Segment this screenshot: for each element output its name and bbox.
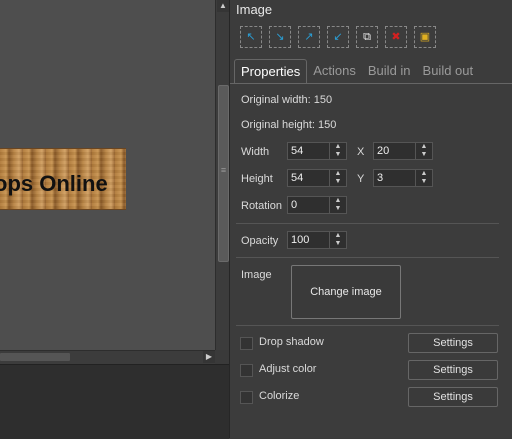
opacity-stepper[interactable]: 100 ▲ ▼: [287, 231, 347, 249]
height-stepper[interactable]: 54 ▲ ▼: [287, 169, 347, 187]
height-label: Height: [241, 173, 273, 185]
adjust-color-checkbox[interactable]: [240, 364, 253, 377]
tab-actions[interactable]: Actions: [307, 59, 362, 83]
panel-title: Image: [236, 2, 273, 17]
drop-shadow-settings-button[interactable]: Settings: [408, 333, 498, 353]
delete-icon[interactable]: ✖: [385, 26, 407, 48]
rotation-stepper[interactable]: 0 ▲ ▼: [287, 196, 347, 214]
tab-bar: Properties Actions Build in Build out: [234, 59, 480, 84]
height-input[interactable]: 54: [287, 169, 330, 187]
change-image-button[interactable]: Change image: [291, 265, 401, 319]
divider: [236, 257, 499, 258]
tab-properties[interactable]: Properties: [234, 59, 308, 84]
tab-build-out[interactable]: Build out: [417, 59, 480, 83]
vertical-scroll-thumb[interactable]: ≡: [218, 85, 229, 262]
canvas-area[interactable]: ops Online: [0, 0, 215, 350]
width-label: Width: [241, 146, 270, 158]
x-label: X: [357, 146, 365, 158]
colorize-label: Colorize: [259, 390, 300, 402]
original-height-label: Original height: 150: [241, 119, 337, 131]
width-input[interactable]: 54: [287, 142, 330, 160]
lock-icon[interactable]: ▣: [414, 26, 436, 48]
banner-text: ops Online: [0, 171, 108, 196]
original-width-label: Original width: 150: [241, 94, 333, 106]
x-input[interactable]: 20: [373, 142, 416, 160]
divider: [236, 325, 499, 326]
opacity-input[interactable]: 100: [287, 231, 330, 249]
drop-shadow-label: Drop shadow: [259, 336, 324, 348]
rotation-label: Rotation: [241, 200, 282, 212]
rotation-input[interactable]: 0: [287, 196, 330, 214]
align-up-icon[interactable]: ↖: [240, 26, 262, 48]
colorize-settings-button[interactable]: Settings: [408, 387, 498, 407]
horizontal-scrollbar[interactable]: ▶: [0, 350, 215, 364]
inspector-panel: Image ↖ ↘ ↗ ↙ ⧉ ✖ ▣ Properties Actions B…: [229, 0, 512, 438]
height-stepper-arrows[interactable]: ▲ ▼: [330, 169, 347, 187]
y-label: Y: [357, 173, 365, 185]
adjust-color-settings-button[interactable]: Settings: [408, 360, 498, 380]
scroll-up-icon[interactable]: ▲: [217, 0, 229, 12]
x-stepper-arrows[interactable]: ▲ ▼: [416, 142, 433, 160]
horizontal-scroll-thumb[interactable]: [0, 353, 70, 361]
y-input[interactable]: 3: [373, 169, 416, 187]
tab-divider: [230, 83, 512, 84]
vertical-scrollbar[interactable]: ▲ ≡: [215, 0, 230, 350]
grip-icon: ≡: [220, 165, 227, 175]
divider: [236, 223, 499, 224]
opacity-label: Opacity: [241, 235, 279, 247]
width-stepper[interactable]: 54 ▲ ▼: [287, 142, 347, 160]
drop-shadow-checkbox[interactable]: [240, 337, 253, 350]
align-down-icon[interactable]: ↘: [269, 26, 291, 48]
toolbar: ↖ ↘ ↗ ↙ ⧉ ✖ ▣: [240, 26, 436, 48]
adjust-color-label: Adjust color: [259, 363, 317, 375]
width-stepper-arrows[interactable]: ▲ ▼: [330, 142, 347, 160]
scroll-right-icon[interactable]: ▶: [203, 351, 215, 363]
timeline-area: [0, 364, 229, 439]
image-label: Image: [241, 269, 272, 281]
opacity-stepper-arrows[interactable]: ▲ ▼: [330, 231, 347, 249]
rotation-stepper-arrows[interactable]: ▲ ▼: [330, 196, 347, 214]
tab-build-in[interactable]: Build in: [362, 59, 417, 83]
y-stepper[interactable]: 3 ▲ ▼: [373, 169, 433, 187]
bring-front-icon[interactable]: ↗: [298, 26, 320, 48]
y-stepper-arrows[interactable]: ▲ ▼: [416, 169, 433, 187]
colorize-checkbox[interactable]: [240, 391, 253, 404]
send-back-icon[interactable]: ↙: [327, 26, 349, 48]
duplicate-icon[interactable]: ⧉: [356, 26, 378, 48]
x-stepper[interactable]: 20 ▲ ▼: [373, 142, 433, 160]
